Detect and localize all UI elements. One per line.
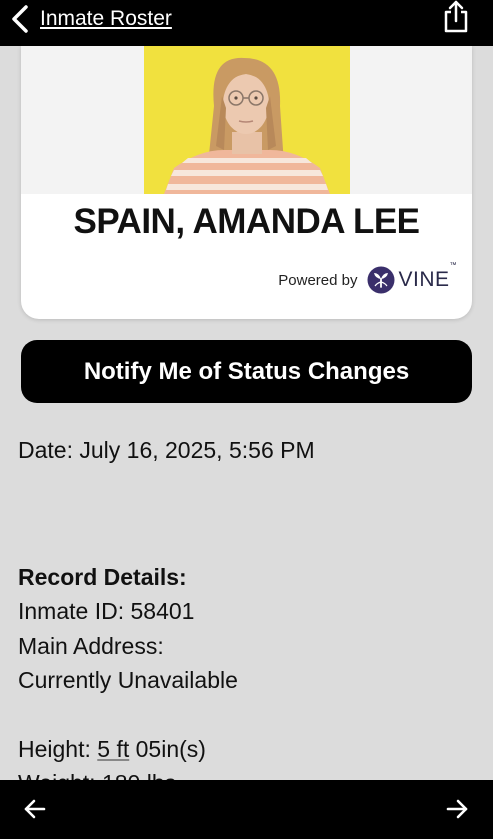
main-address-label: Main Address: xyxy=(18,633,164,659)
back-to-roster-button[interactable]: Inmate Roster xyxy=(8,3,208,35)
vine-brand-text: VINE™ xyxy=(398,262,457,291)
arrow-right-icon[interactable] xyxy=(444,796,470,822)
top-navigation-bar: Inmate Roster xyxy=(0,0,493,46)
record-date: Date: July 16, 2025, 5:56 PM xyxy=(18,437,315,463)
share-icon[interactable] xyxy=(441,0,471,34)
inmate-name: SPAIN, AMANDA LEE xyxy=(73,202,420,241)
height-line: Height: 5 ft 05in(s) xyxy=(18,736,206,762)
vine-logo-icon xyxy=(367,266,395,294)
inmate-card: SPAIN, AMANDA LEE Powered by VINE™ xyxy=(21,46,472,319)
powered-by-label: Powered by xyxy=(278,271,358,289)
chevron-left-icon xyxy=(12,5,28,33)
back-button-label: Inmate Roster xyxy=(40,7,172,30)
photo-area xyxy=(21,46,472,194)
height-feet: 5 ft xyxy=(97,736,130,762)
inmate-photo xyxy=(144,46,350,194)
arrow-left-icon[interactable] xyxy=(22,796,48,822)
main-address-value: Currently Unavailable xyxy=(18,667,238,693)
powered-by-vine: Powered by VINE™ xyxy=(278,262,457,296)
bottom-navigation-bar xyxy=(0,780,493,839)
notify-status-changes-button[interactable]: Notify Me of Status Changes xyxy=(21,340,472,403)
inmate-id: Inmate ID: 58401 xyxy=(18,598,195,624)
record-details-heading: Record Details: xyxy=(18,564,187,590)
